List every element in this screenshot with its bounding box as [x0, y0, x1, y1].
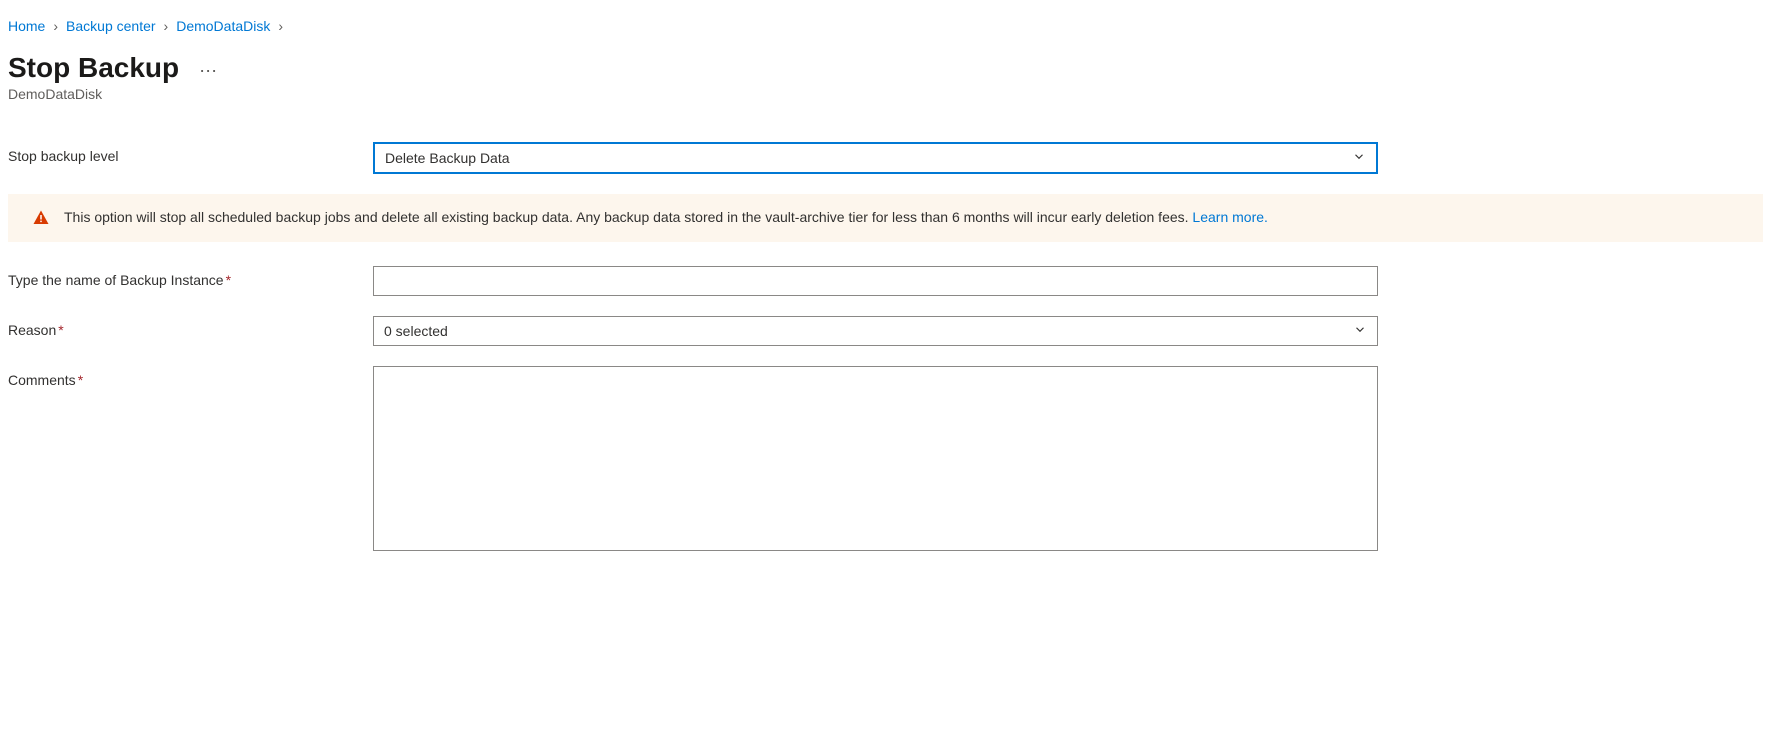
warning-message: This option will stop all scheduled back… [64, 209, 1189, 225]
breadcrumb-backup-center[interactable]: Backup center [66, 18, 156, 34]
breadcrumb: Home › Backup center › DemoDataDisk › [8, 8, 1763, 40]
page-title: Stop Backup [8, 52, 179, 84]
stop-level-label: Stop backup level [8, 142, 373, 164]
stop-level-value: Delete Backup Data [385, 150, 510, 166]
comments-label: Comments* [8, 366, 373, 388]
comments-textarea[interactable] [373, 366, 1378, 551]
warning-text: This option will stop all scheduled back… [64, 208, 1268, 228]
breadcrumb-demodatadisk[interactable]: DemoDataDisk [176, 18, 270, 34]
stop-level-select[interactable]: Delete Backup Data [373, 142, 1378, 174]
chevron-right-icon: › [49, 18, 62, 34]
breadcrumb-home[interactable]: Home [8, 18, 45, 34]
learn-more-link[interactable]: Learn more. [1192, 209, 1267, 225]
backup-instance-name-input[interactable] [373, 266, 1378, 296]
reason-value: 0 selected [384, 323, 448, 339]
reason-select[interactable]: 0 selected [373, 316, 1378, 346]
reason-label: Reason* [8, 316, 373, 338]
name-label: Type the name of Backup Instance* [8, 266, 373, 288]
chevron-down-icon [1352, 150, 1366, 167]
more-actions-button[interactable]: ⋯ [199, 56, 218, 80]
title-row: Stop Backup ⋯ [8, 52, 1763, 84]
warning-icon [32, 209, 50, 227]
chevron-down-icon [1353, 322, 1367, 339]
chevron-right-icon: › [274, 18, 287, 34]
chevron-right-icon: › [160, 18, 173, 34]
warning-banner: This option will stop all scheduled back… [8, 194, 1763, 242]
page-subtitle: DemoDataDisk [8, 86, 1763, 102]
